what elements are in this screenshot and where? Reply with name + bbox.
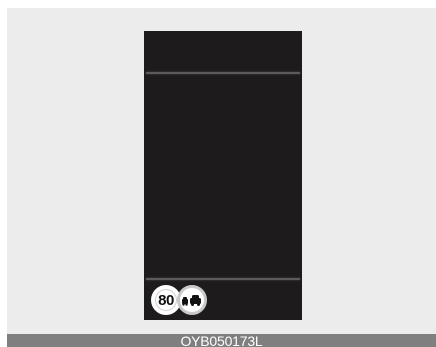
bottom-divider-line xyxy=(146,278,300,280)
cluster-display-panel xyxy=(144,31,302,320)
no-overtaking-sign-icon xyxy=(177,285,207,315)
speed-limit-value: 80 xyxy=(158,291,174,309)
figure-code: OYB050173L xyxy=(180,334,263,347)
figure-caption-bar: OYB050173L xyxy=(7,334,436,347)
top-divider-line xyxy=(146,72,300,74)
cars-icon xyxy=(182,295,201,306)
